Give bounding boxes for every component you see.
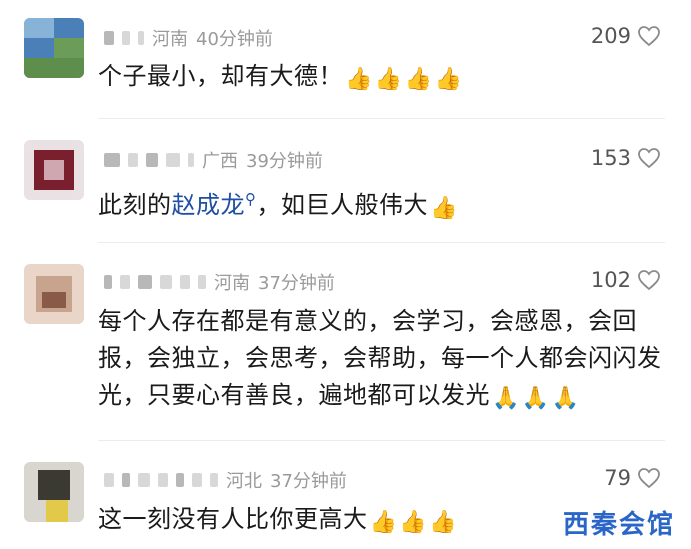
like-control[interactable]: 102 xyxy=(591,268,661,292)
comment-meta: 河南 37分钟前 xyxy=(104,268,335,296)
comment-meta: 河南 40分钟前 xyxy=(104,24,273,52)
heart-icon[interactable] xyxy=(637,269,661,291)
heart-icon[interactable] xyxy=(637,147,661,169)
timestamp: 40分钟前 xyxy=(196,29,273,50)
divider xyxy=(98,440,665,441)
divider xyxy=(98,242,665,243)
comment-body-rest: ，如巨人般伟大 xyxy=(256,191,428,219)
comment-text: 个子最小，却有大德！👍👍👍👍 xyxy=(98,58,665,95)
praying-hands-icon: 🙏 xyxy=(551,386,580,411)
timestamp: 39分钟前 xyxy=(246,151,323,172)
search-icon[interactable]: ⚲ xyxy=(245,190,257,208)
avatar[interactable] xyxy=(24,264,84,324)
thumbs-up-icon: 👍 xyxy=(434,67,463,92)
blurred-username xyxy=(104,473,218,487)
heart-icon[interactable] xyxy=(637,25,661,47)
thumbs-up-icon: 👍 xyxy=(374,67,403,92)
thumbs-up-icon: 👍 xyxy=(399,510,428,535)
like-count: 153 xyxy=(590,146,631,170)
blurred-username xyxy=(104,31,144,45)
search-highlight-link[interactable]: 赵成龙 xyxy=(172,191,246,219)
avatar[interactable] xyxy=(24,462,84,522)
praying-hands-icon: 🙏 xyxy=(521,386,550,411)
like-count: 102 xyxy=(590,268,631,292)
comment-body: 此刻的 xyxy=(98,191,172,219)
location-label: 河南 xyxy=(152,29,188,50)
timestamp: 37分钟前 xyxy=(270,471,347,492)
blurred-username xyxy=(104,153,194,167)
like-control[interactable]: 153 xyxy=(591,146,661,170)
comment-text: 每个人存在都是有意义的，会学习，会感恩，会回报，会独立，会思考，会帮助，每一个人… xyxy=(98,303,665,414)
like-count: 79 xyxy=(604,466,631,490)
location-label: 广西 xyxy=(202,151,238,172)
heart-icon[interactable] xyxy=(637,467,661,489)
thumbs-up-icon: 👍 xyxy=(429,510,458,535)
thumbs-up-icon: 👍 xyxy=(345,67,373,92)
divider xyxy=(98,118,665,119)
thumbs-up-icon: 👍 xyxy=(369,510,398,535)
thumbs-up-icon: 👍 xyxy=(430,196,458,221)
comment-body: 个子最小，却有大德！ xyxy=(98,62,343,90)
comment-meta: 河北 37分钟前 xyxy=(104,466,347,494)
location-label: 河南 xyxy=(214,273,250,294)
blurred-username xyxy=(104,275,206,289)
avatar[interactable] xyxy=(24,18,84,78)
thumbs-up-icon: 👍 xyxy=(404,67,433,92)
like-control[interactable]: 209 xyxy=(591,24,661,48)
like-control[interactable]: 79 xyxy=(604,466,661,490)
timestamp: 37分钟前 xyxy=(258,273,335,294)
watermark: 西秦会馆 xyxy=(562,510,675,540)
comment-body: 这一刻没有人比你更高大 xyxy=(98,505,368,533)
comment-meta: 广西 39分钟前 xyxy=(104,146,323,174)
praying-hands-icon: 🙏 xyxy=(492,386,520,411)
location-label: 河北 xyxy=(226,471,262,492)
like-count: 209 xyxy=(590,24,631,48)
comment-text: 此刻的赵成龙⚲，如巨人般伟大👍 xyxy=(98,181,665,224)
avatar[interactable] xyxy=(24,140,84,200)
